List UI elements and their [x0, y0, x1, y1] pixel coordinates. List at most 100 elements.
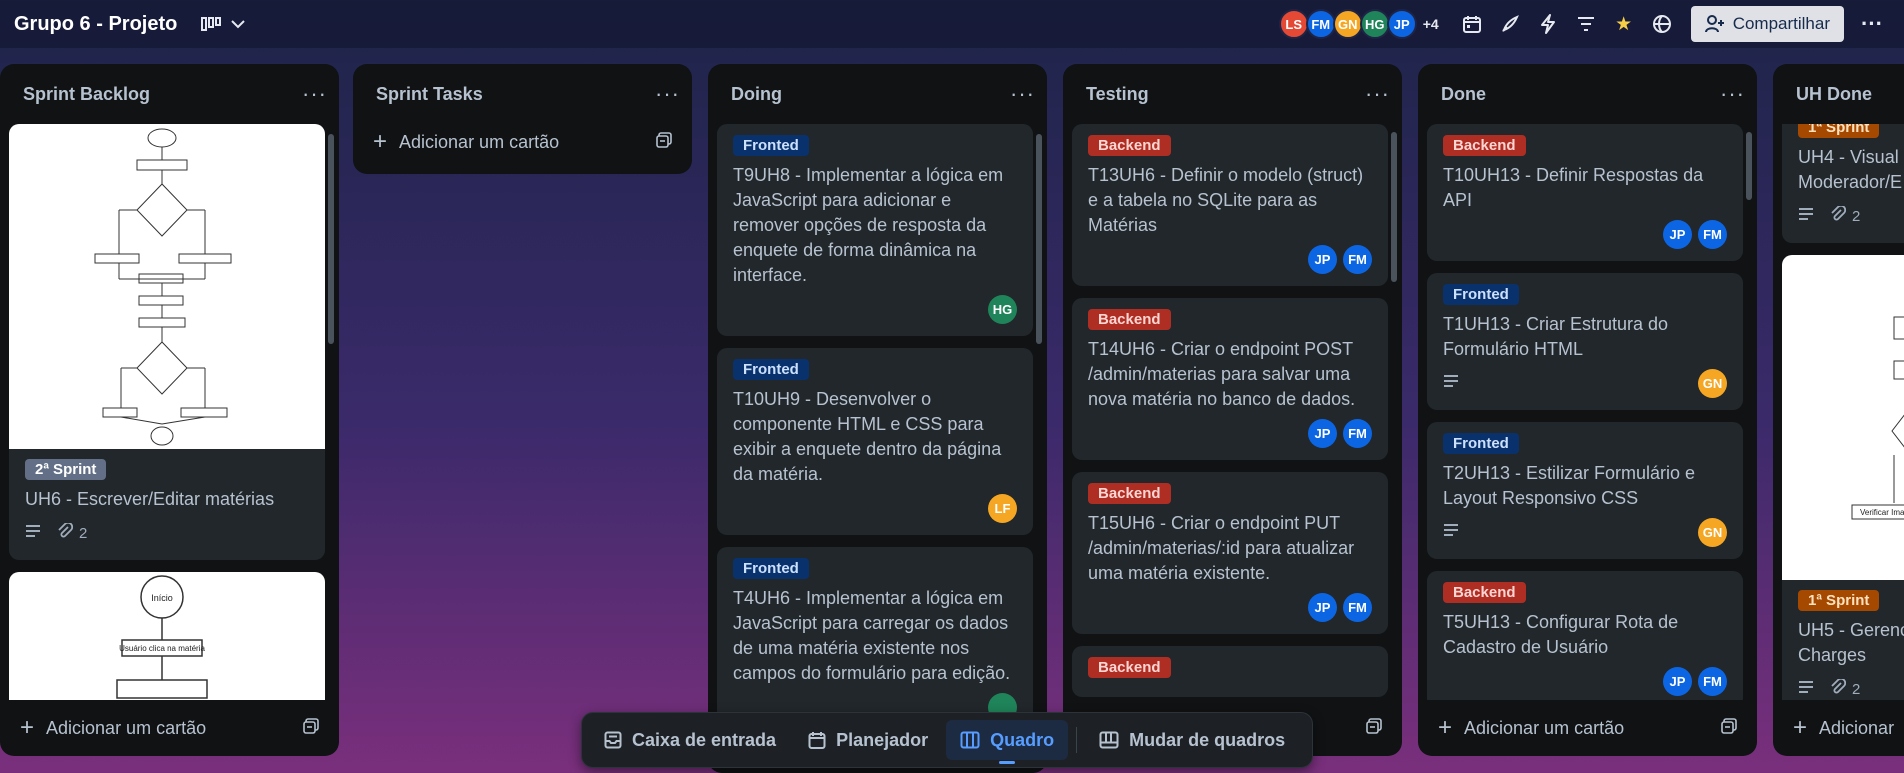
card-label: 2ª Sprint — [25, 459, 107, 480]
card-member-avatar[interactable]: JP — [1663, 666, 1692, 696]
card[interactable]: Fronted T10UH9 - Desenvolver o component… — [717, 348, 1033, 535]
list-title[interactable]: UH Done — [1796, 84, 1872, 105]
list-scrollbar[interactable] — [1035, 124, 1043, 763]
more-members-count[interactable]: +4 — [1423, 16, 1439, 32]
card[interactable]: Fronted T4UH6 - Implementar a lógica em … — [717, 547, 1033, 734]
star-icon[interactable]: ★ — [1605, 5, 1643, 43]
card[interactable]: 2ª Sprint UH6 - Escrever/Editar matérias… — [9, 124, 325, 560]
list-sprint-backlog: Sprint Backlog ··· 2ª Sprint UH6 - Escre… — [0, 64, 339, 756]
list-title[interactable]: Done — [1441, 84, 1486, 105]
description-icon — [25, 524, 41, 542]
card-label: Fronted — [733, 359, 809, 380]
card-title: T10UH13 - Definir Respostas da API — [1443, 165, 1704, 210]
globe-icon[interactable] — [1643, 5, 1681, 43]
attachment-badge: 2 — [1830, 677, 1860, 699]
card-template-icon[interactable] — [656, 131, 672, 153]
list-title[interactable]: Sprint Tasks — [376, 84, 483, 105]
card[interactable]: Fronted T2UH13 - Estilizar Formulário e … — [1427, 422, 1743, 559]
add-card-label: Adicionar um cartão — [46, 717, 207, 738]
card-title: UH6 - Escrever/Editar matérias — [25, 489, 275, 509]
card-member-avatar[interactable]: JP — [1308, 418, 1337, 448]
list-menu-icon[interactable]: ··· — [1365, 81, 1390, 107]
card-title: T15UH6 - Criar o endpoint PUT /admin/mat… — [1088, 513, 1355, 583]
card[interactable]: Backend T14UH6 - Criar o endpoint POST /… — [1072, 298, 1388, 460]
list-uh-done: UH Done 1ª Sprint UH4 - Visual Moderador… — [1773, 64, 1904, 756]
card[interactable]: Início Usuário clica na matéria — [9, 572, 325, 700]
card-member-avatar[interactable]: GN — [1698, 368, 1727, 398]
list-title[interactable]: Doing — [731, 84, 782, 105]
list-scrollbar[interactable] — [1390, 124, 1398, 700]
card-member-avatar[interactable]: HG — [988, 294, 1017, 324]
flowchart-node-label: Usuário clica na matéria — [119, 644, 205, 653]
card-member-avatar[interactable]: GN — [1698, 517, 1727, 547]
board-title[interactable]: Grupo 6 - Projeto — [14, 13, 177, 36]
card[interactable]: Backend T10UH13 - Definir Respostas da A… — [1427, 124, 1743, 261]
planner-label: Planejador — [836, 729, 929, 750]
board-button[interactable]: Quadro — [946, 720, 1069, 764]
board-label: Quadro — [990, 729, 1055, 750]
card-title: UH5 - Gerenc Charges — [1798, 620, 1904, 665]
card-member-avatar[interactable]: LF — [988, 493, 1017, 523]
card-label: Backend — [1443, 135, 1526, 156]
card[interactable]: Backend — [1072, 646, 1388, 697]
attachment-badge: 2 — [1830, 204, 1861, 226]
card[interactable]: Backend T13UH6 - Definir o modelo (struc… — [1072, 124, 1388, 286]
card-title: T5UH13 - Configurar Rota de Cadastro de … — [1443, 612, 1679, 657]
list-menu-icon[interactable]: ··· — [1010, 81, 1035, 107]
card-member-avatar[interactable]: FM — [1343, 244, 1372, 274]
card-label: Backend — [1088, 135, 1171, 156]
card-member-avatar[interactable]: JP — [1308, 244, 1337, 274]
list-menu-icon[interactable]: ··· — [302, 81, 327, 107]
board-view-switcher[interactable] — [201, 16, 246, 32]
calendar-icon[interactable] — [1453, 5, 1491, 43]
flowchart-node-label: Início — [151, 593, 173, 603]
list-title[interactable]: Testing — [1086, 84, 1149, 105]
add-card-button[interactable]: + Adicionar um cartão — [10, 708, 329, 748]
switch-boards-button[interactable]: Mudar de quadros — [1085, 720, 1299, 760]
card-member-avatar[interactable]: JP — [1663, 219, 1692, 249]
card[interactable]: Verificar Imagem 1ª Sprint UH5 - Gerenc … — [1782, 255, 1904, 700]
card[interactable]: Backend T15UH6 - Criar o endpoint PUT /a… — [1072, 472, 1388, 634]
card-member-avatar[interactable]: JP — [1308, 592, 1337, 622]
card-title: UH4 - Visual Moderador/E — [1798, 147, 1903, 192]
card-member-avatar[interactable]: FM — [1698, 666, 1727, 696]
more-options-icon[interactable]: ··· — [1854, 11, 1890, 37]
card-template-icon[interactable] — [303, 717, 319, 739]
share-button[interactable]: Compartilhar — [1690, 6, 1844, 42]
card[interactable]: Fronted T9UH8 - Implementar a lógica em … — [717, 124, 1033, 336]
list-menu-icon[interactable]: ··· — [655, 81, 680, 107]
member-avatar[interactable]: LS — [1278, 9, 1309, 39]
inbox-button[interactable]: Caixa de entrada — [590, 720, 790, 760]
attachment-count: 2 — [1852, 207, 1861, 225]
card[interactable]: Fronted T1UH13 - Criar Estrutura do Form… — [1427, 273, 1743, 410]
list-scrollbar[interactable] — [1745, 124, 1753, 700]
card[interactable]: 1ª Sprint UH4 - Visual Moderador/E 2 — [1782, 124, 1904, 243]
add-card-button[interactable]: + Adicionar um cartão — [363, 122, 682, 162]
list-scrollbar[interactable] — [327, 124, 335, 700]
plus-icon: + — [1793, 714, 1808, 741]
planner-button[interactable]: Planejador — [794, 720, 942, 760]
attachment-count: 2 — [79, 524, 88, 542]
card-title: T1UH13 - Criar Estrutura do Formulário H… — [1443, 314, 1669, 359]
card-template-icon[interactable] — [1366, 717, 1382, 739]
list-menu-icon[interactable]: ··· — [1720, 81, 1745, 107]
card-member-avatar[interactable]: FM — [1343, 592, 1372, 622]
automation-icon[interactable] — [1491, 5, 1529, 43]
member-avatar[interactable]: HG — [1359, 9, 1390, 39]
card-member-avatar[interactable]: FM — [1698, 219, 1727, 249]
filter-icon[interactable] — [1567, 5, 1605, 43]
add-card-button[interactable]: + Adicionar um cartão — [1428, 708, 1747, 748]
member-avatar[interactable]: FM — [1305, 9, 1336, 39]
board-members[interactable]: LS FM GN HG JP +4 — [1278, 9, 1439, 39]
card-member-avatar[interactable]: FM — [1343, 418, 1372, 448]
inbox-label: Caixa de entrada — [632, 729, 777, 750]
member-avatar[interactable]: GN — [1332, 9, 1363, 39]
share-button-label: Compartilhar — [1732, 14, 1830, 33]
add-card-button[interactable]: + Adicionar — [1783, 708, 1904, 748]
card[interactable]: Backend T5UH13 - Configurar Rota de Cada… — [1427, 571, 1743, 700]
card-template-icon[interactable] — [1721, 717, 1737, 739]
member-avatar[interactable]: JP — [1386, 9, 1417, 39]
list-title[interactable]: Sprint Backlog — [23, 84, 150, 105]
board-icon — [960, 731, 980, 749]
power-ups-icon[interactable] — [1529, 5, 1567, 43]
